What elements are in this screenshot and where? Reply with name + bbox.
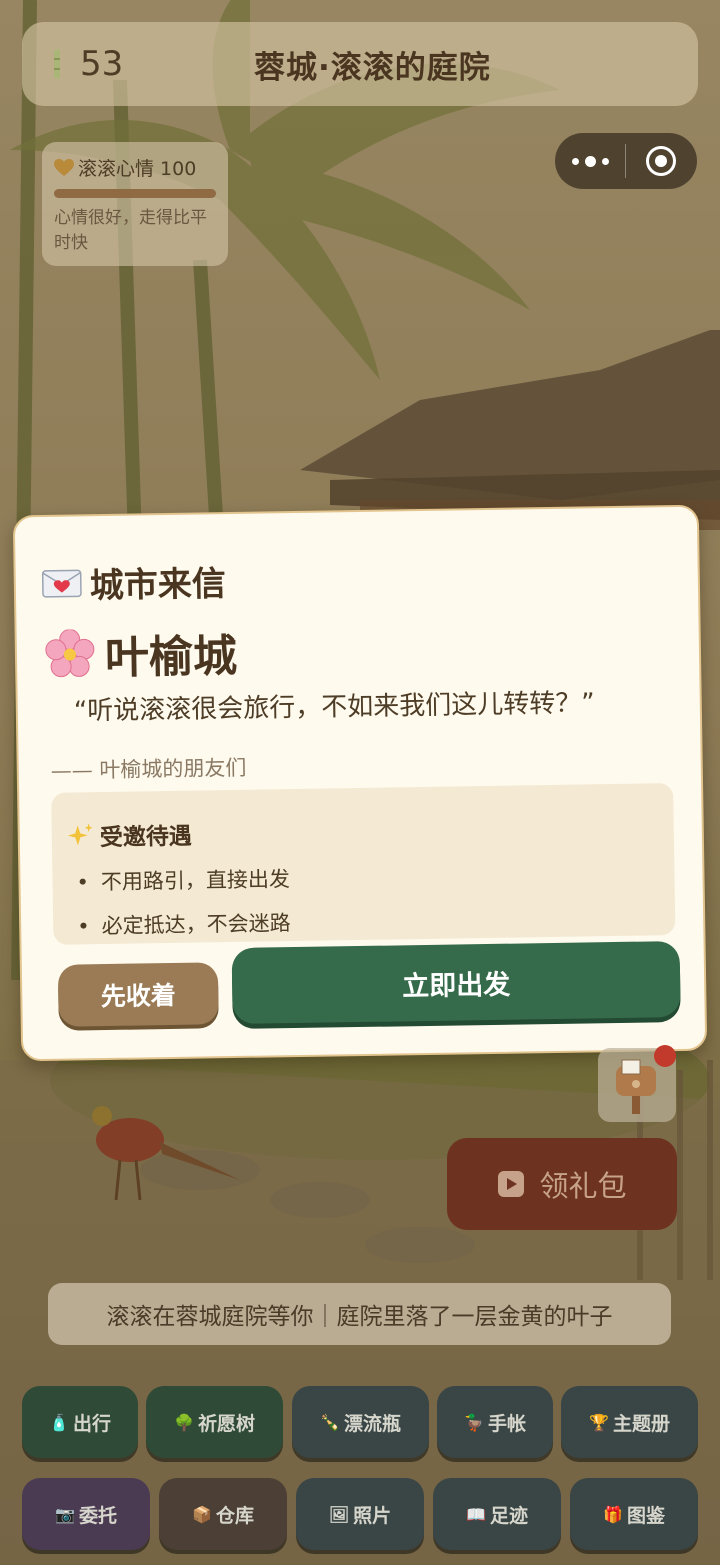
perk-item: 必定抵达，不会迷路 xyxy=(69,901,675,941)
invitation-quote: “听说滚滚很会旅行，不如来我们这儿转转？” xyxy=(73,688,595,727)
sparkles-icon xyxy=(67,823,93,846)
perk-item: 不用路引，直接出发 xyxy=(68,857,674,897)
nav-label: 祈愿树 xyxy=(197,1412,255,1435)
nav-theme-album-button[interactable]: 🏆 主题册 xyxy=(561,1386,698,1458)
nav-warehouse-button[interactable]: 📦 仓库 xyxy=(159,1478,287,1550)
book-icon: 📖 xyxy=(466,1504,486,1524)
bamboo-counter: 53 xyxy=(50,44,220,84)
video-play-icon xyxy=(498,1171,525,1197)
nav-commission-button[interactable]: 📷 委托 xyxy=(22,1478,150,1550)
dialog-title: 城市来信 xyxy=(89,564,227,607)
nav-travel-button[interactable]: 🧴 出行 xyxy=(22,1386,138,1458)
box-icon: 📦 xyxy=(192,1504,212,1524)
target-close-icon[interactable] xyxy=(626,133,696,189)
nav-label: 足迹 xyxy=(489,1504,528,1527)
city-name: 叶榆城 xyxy=(104,630,238,684)
nav-label: 手帐 xyxy=(487,1412,526,1435)
city-name-row: 叶榆城 xyxy=(44,620,237,687)
duck-icon: 🦆 xyxy=(464,1412,484,1432)
nav-photos-button[interactable]: 🖼 照片 xyxy=(296,1478,424,1550)
nav-label: 图鉴 xyxy=(626,1504,665,1527)
letter-signature: —— 叶榆城的朋友们 xyxy=(50,755,247,783)
bamboo-count: 53 xyxy=(80,44,124,84)
cherry-blossom-icon xyxy=(45,629,95,678)
nav-wish-tree-button[interactable]: 🌳 祈愿树 xyxy=(146,1386,283,1458)
nav-label: 主题册 xyxy=(612,1412,670,1435)
keep-for-later-button[interactable]: 先收着 xyxy=(57,962,219,1027)
status-message: 滚滚在蓉城庭院等你｜庭院里落了一层金黄的叶子 xyxy=(48,1283,671,1345)
nav-label: 仓库 xyxy=(215,1504,254,1527)
nav-label: 漂流瓶 xyxy=(343,1412,401,1435)
page-title: 蓉城·滚滚的庭院 xyxy=(254,49,491,86)
bottle-icon: 🧴 xyxy=(49,1412,69,1432)
perks-panel: 受邀待遇 不用路引，直接出发 必定抵达，不会迷路 xyxy=(51,783,676,945)
perks-title: 受邀待遇 xyxy=(99,823,193,852)
love-letter-icon xyxy=(41,569,82,598)
mood-description: 心情很好，走得比平时快 xyxy=(54,208,207,253)
tree-icon: 🌳 xyxy=(174,1412,194,1432)
drift-bottle-icon: 🍾 xyxy=(320,1412,340,1432)
city-letter-dialog: 城市来信 叶榆城 “听说滚滚很会旅行，不如来我们这儿转转？” —— 叶榆城的朋友… xyxy=(12,504,708,1062)
picture-icon: 🖼 xyxy=(328,1504,350,1524)
gift-label: 领礼包 xyxy=(539,1169,627,1203)
claim-gift-button[interactable]: 领礼包 xyxy=(447,1138,677,1230)
nav-label: 出行 xyxy=(72,1412,111,1435)
gift-icon: 🎁 xyxy=(603,1504,623,1524)
title-bar: 53 蓉城·滚滚的庭院 xyxy=(22,22,698,106)
more-dots-icon[interactable] xyxy=(555,133,625,189)
mood-label: 滚滚心情 100 xyxy=(78,158,197,180)
dialog-heading: 城市来信 xyxy=(41,556,226,608)
nav-label: 委托 xyxy=(78,1504,117,1527)
nav-journal-button[interactable]: 🦆 手帐 xyxy=(437,1386,553,1458)
heart-icon xyxy=(54,158,74,176)
mailbox-icon xyxy=(616,1059,656,1114)
nav-label: 照片 xyxy=(353,1504,392,1527)
trophy-icon: 🏆 xyxy=(589,1412,609,1432)
mood-card: 滚滚心情 100 心情很好，走得比平时快 xyxy=(42,142,228,266)
mood-progress-bar xyxy=(54,189,216,198)
nav-footprints-button[interactable]: 📖 足迹 xyxy=(433,1478,561,1550)
notification-badge xyxy=(654,1045,676,1067)
depart-now-button[interactable]: 立即出发 xyxy=(231,941,681,1025)
miniprogram-capsule xyxy=(555,133,697,189)
nav-drift-bottle-button[interactable]: 🍾 漂流瓶 xyxy=(292,1386,429,1458)
bamboo-icon xyxy=(54,49,60,79)
camera-icon: 📷 xyxy=(55,1504,75,1524)
nav-collection-button[interactable]: 🎁 图鉴 xyxy=(570,1478,698,1550)
